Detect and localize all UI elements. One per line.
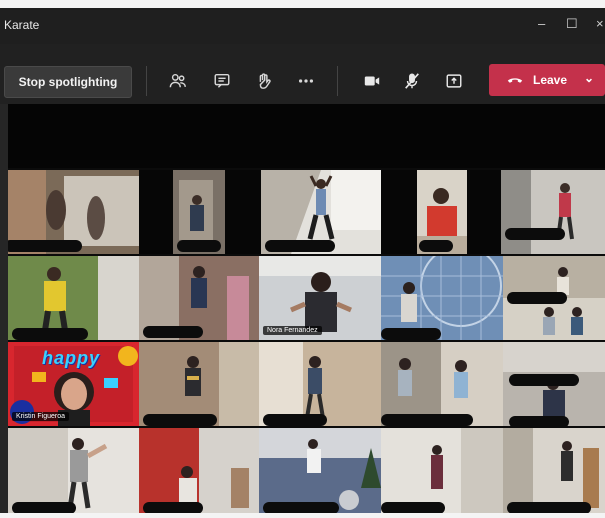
redacted-name-bar — [265, 240, 335, 252]
chevron-down-icon[interactable]: ⌄ — [584, 71, 594, 85]
participant-video-tile[interactable]: Nora Fernandez — [259, 256, 381, 340]
meeting-toolbar: Stop spotlighting Leave ⌄ — [0, 44, 605, 104]
stage-top-area — [0, 104, 605, 168]
participant-video-tile[interactable] — [417, 170, 467, 254]
redacted-name-bar — [381, 414, 473, 426]
redacted-name-bar — [509, 416, 569, 426]
video-frame — [139, 428, 259, 513]
redacted-name-bar — [419, 240, 453, 252]
share-screen-button[interactable] — [440, 66, 468, 96]
mic-off-icon — [405, 73, 419, 89]
hang-up-icon — [507, 78, 523, 83]
redacted-name-bar — [263, 502, 339, 513]
window-title: Karate — [4, 18, 40, 32]
video-grid: Nora Fernandez happy Kristin Figueroa — [8, 170, 605, 513]
redacted-name-bar — [263, 414, 327, 426]
raise-hand-button[interactable] — [250, 66, 278, 96]
empty-tile — [467, 170, 501, 254]
share-screen-icon — [446, 74, 462, 88]
video-frame — [381, 428, 503, 513]
close-button[interactable]: × — [596, 16, 604, 31]
redacted-name-bar — [12, 328, 88, 340]
title-bar: Karate – ☐ × — [0, 8, 605, 44]
participant-video-tile[interactable] — [501, 170, 605, 254]
participant-video-tile[interactable] — [173, 170, 225, 254]
redacted-name-bar — [509, 374, 579, 386]
chat-icon — [214, 73, 230, 88]
participant-video-tile[interactable] — [381, 428, 503, 513]
participant-video-tile[interactable] — [139, 256, 259, 340]
participant-video-tile[interactable] — [259, 428, 381, 513]
empty-tile — [381, 170, 417, 254]
chat-button[interactable] — [208, 66, 236, 96]
stop-spotlighting-button[interactable]: Stop spotlighting — [4, 66, 132, 98]
redacted-name-bar — [507, 502, 591, 513]
side-strip — [0, 104, 8, 513]
video-frame — [8, 428, 139, 513]
participant-video-tile[interactable] — [503, 342, 605, 426]
redacted-name-bar — [505, 228, 565, 240]
participant-video-tile[interactable] — [8, 256, 139, 340]
redacted-name-bar — [507, 292, 567, 304]
raise-hand-icon — [259, 73, 271, 89]
video-frame — [259, 428, 381, 513]
teams-meeting-window: Karate – ☐ × Stop spotlighting Leave ⌄ N… — [0, 8, 605, 513]
participant-video-tile[interactable] — [381, 342, 503, 426]
participant-video-tile[interactable] — [261, 170, 381, 254]
participant-video-tile[interactable] — [259, 342, 381, 426]
redacted-name-bar — [12, 502, 76, 513]
camera-button[interactable] — [358, 66, 386, 96]
empty-tile — [225, 170, 261, 254]
video-frame — [501, 170, 605, 254]
toolbar-divider — [146, 66, 147, 96]
redacted-name-bar — [143, 326, 203, 338]
participant-video-tile[interactable] — [503, 428, 605, 513]
participant-video-tile[interactable]: happy Kristin Figueroa — [8, 342, 139, 426]
minimize-button[interactable]: – — [538, 16, 545, 31]
video-frame — [503, 428, 605, 513]
redacted-name-bar — [143, 502, 203, 513]
participant-video-tile[interactable] — [381, 256, 503, 340]
participant-video-tile[interactable] — [139, 342, 259, 426]
redacted-name-bar — [381, 328, 441, 340]
participant-video-tile[interactable] — [8, 428, 139, 513]
toolbar-divider — [337, 66, 338, 96]
participant-name-label: Kristin Figueroa — [12, 412, 70, 421]
microphone-button[interactable] — [398, 66, 426, 96]
people-icon — [169, 73, 186, 88]
redacted-name-bar — [381, 502, 445, 513]
participant-video-tile[interactable] — [8, 170, 139, 254]
happy-artwork-text: happy — [42, 348, 101, 368]
camera-icon — [364, 76, 380, 86]
participant-video-tile[interactable] — [503, 256, 605, 340]
more-options-button[interactable] — [292, 66, 320, 96]
participant-video-tile[interactable] — [139, 428, 259, 513]
maximize-button[interactable]: ☐ — [566, 16, 578, 32]
more-options-icon — [298, 79, 314, 83]
people-button[interactable] — [164, 66, 192, 96]
participant-name-label: Nora Fernandez — [263, 326, 322, 335]
leave-button[interactable]: Leave ⌄ — [489, 64, 605, 96]
leave-label: Leave — [533, 73, 568, 87]
redacted-name-bar — [143, 414, 217, 426]
empty-tile — [139, 170, 173, 254]
redacted-name-bar — [177, 240, 221, 252]
redacted-name-bar — [8, 240, 82, 252]
